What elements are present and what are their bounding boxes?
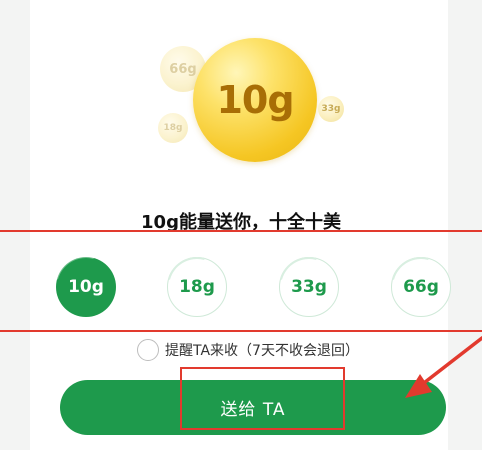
energy-option-33g[interactable]: 33g [268, 246, 350, 328]
energy-ball-label: 66g [169, 61, 197, 77]
energy-option-66g[interactable]: 66g [380, 246, 462, 328]
remind-radio[interactable] [137, 339, 159, 361]
annotation-line-bottom [0, 330, 482, 332]
annotation-line-top [0, 230, 482, 232]
energy-ball-main-label: 10g [216, 78, 294, 122]
remind-toggle[interactable]: 提醒TA来收（7天不收会退回） [137, 338, 359, 362]
remind-label: 提醒TA来收（7天不收会退回） [165, 343, 359, 359]
energy-ball-33g: 33g [318, 96, 344, 122]
energy-ball-label: 33g [321, 104, 341, 114]
energy-option-18g[interactable]: 18g [156, 246, 238, 328]
energy-ball-label: 18g [163, 123, 183, 133]
energy-ball-main: 10g [193, 38, 317, 162]
energy-ball-18g: 18g [158, 113, 188, 143]
energy-option-10g[interactable]: 10g [43, 244, 129, 330]
annotation-box [180, 367, 345, 430]
